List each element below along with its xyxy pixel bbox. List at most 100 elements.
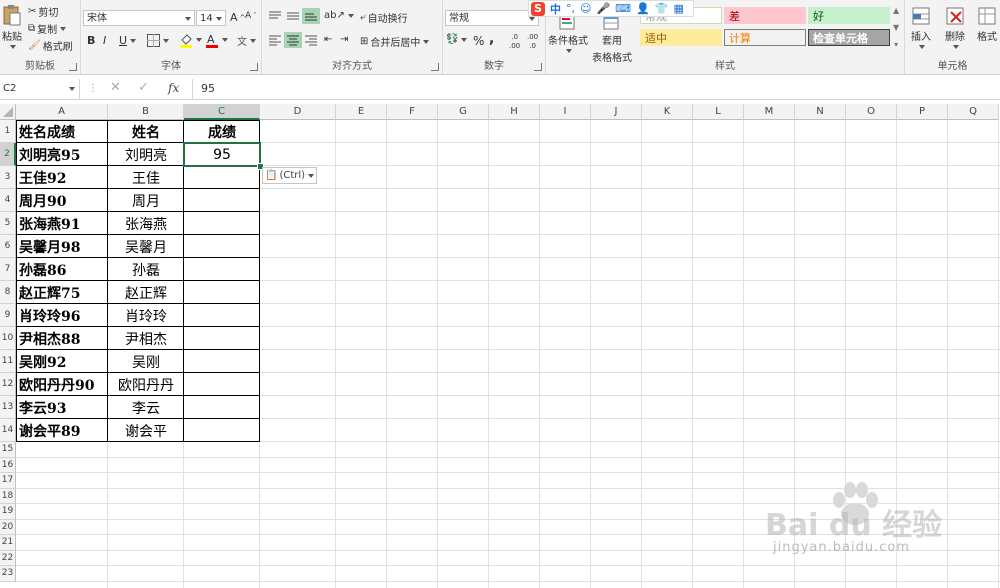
enter-checkmark-icon[interactable]: ✓ bbox=[138, 80, 149, 95]
bold-button[interactable]: B bbox=[87, 34, 95, 47]
font-color-button[interactable]: A bbox=[205, 32, 228, 48]
row-header-17[interactable]: 17 bbox=[0, 473, 16, 489]
copy-button[interactable]: ⧉ 复制 bbox=[28, 21, 67, 36]
row-header-15[interactable]: 15 bbox=[0, 442, 16, 458]
name-score-cell[interactable]: 王佳92 bbox=[16, 166, 108, 189]
clipboard-launcher[interactable] bbox=[69, 63, 77, 71]
name-cell[interactable]: 周月 bbox=[108, 189, 184, 212]
font-family-combo[interactable]: 宋体 bbox=[83, 10, 195, 26]
name-cell[interactable]: 王佳 bbox=[108, 166, 184, 189]
format-painter-button[interactable]: 🖌 格式刷 bbox=[28, 38, 73, 53]
paste-button[interactable]: 粘贴 bbox=[2, 4, 22, 49]
align-middle-button[interactable] bbox=[286, 10, 300, 22]
ime-language-toggle[interactable]: 中 bbox=[550, 1, 561, 17]
name-cell[interactable]: 谢会平 bbox=[108, 419, 184, 442]
column-header-p[interactable]: P bbox=[897, 104, 948, 120]
row-header-7[interactable]: 7 bbox=[0, 258, 16, 281]
name-score-cell[interactable]: 周月90 bbox=[16, 189, 108, 212]
name-cell[interactable]: 吴馨月 bbox=[108, 235, 184, 258]
merge-center-button[interactable]: ⊞ 合并后居中 bbox=[360, 34, 430, 49]
align-bottom-button[interactable] bbox=[302, 8, 320, 24]
user-icon[interactable]: 👤 bbox=[636, 2, 650, 15]
column-header-l[interactable]: L bbox=[693, 104, 744, 120]
name-score-cell[interactable]: 赵正辉75 bbox=[16, 281, 108, 304]
name-cell[interactable]: 孙磊 bbox=[108, 258, 184, 281]
name-cell[interactable]: 尹相杰 bbox=[108, 327, 184, 350]
name-cell[interactable]: 欧阳丹丹 bbox=[108, 373, 184, 396]
row-header-23[interactable]: 23 bbox=[0, 566, 16, 582]
row-header-2[interactable]: 2 bbox=[0, 143, 16, 166]
phonetic-button[interactable]: 文 bbox=[237, 33, 256, 48]
align-top-button[interactable] bbox=[268, 10, 282, 22]
styles-gallery-scroll[interactable]: ▲ ▼ ▾ bbox=[893, 6, 899, 49]
column-header-b[interactable]: B bbox=[108, 104, 184, 120]
format-button[interactable]: 格式 bbox=[977, 6, 997, 43]
fill-color-button[interactable] bbox=[179, 32, 202, 48]
row-header-21[interactable]: 21 bbox=[0, 535, 16, 551]
delete-button[interactable]: 删除 bbox=[945, 6, 965, 49]
column-header-o[interactable]: O bbox=[846, 104, 897, 120]
row-header-12[interactable]: 12 bbox=[0, 373, 16, 396]
percent-button[interactable]: % bbox=[473, 34, 484, 48]
column-header-d[interactable]: D bbox=[260, 104, 336, 120]
accounting-format-button[interactable]: 💱 bbox=[446, 34, 468, 45]
row-header-3[interactable]: 3 bbox=[0, 166, 16, 189]
emoji-icon[interactable]: ☺ bbox=[580, 2, 591, 15]
insert-button[interactable]: 插入 bbox=[911, 6, 931, 49]
row-header-18[interactable]: 18 bbox=[0, 488, 16, 504]
number-format-combo[interactable]: 常规 bbox=[445, 10, 539, 26]
cut-button[interactable]: ✂ 剪切 bbox=[28, 4, 58, 19]
toolbox-icon[interactable]: ▦ bbox=[673, 2, 683, 15]
scroll-down-icon[interactable]: ▼ bbox=[893, 23, 899, 32]
microphone-icon[interactable]: 🎤 bbox=[596, 2, 610, 15]
scroll-up-icon[interactable]: ▲ bbox=[893, 6, 899, 15]
select-all-corner[interactable] bbox=[0, 104, 16, 120]
border-button[interactable] bbox=[147, 34, 169, 47]
decrease-decimal-button[interactable]: .00.0 bbox=[527, 34, 538, 50]
formula-bar-splitter[interactable]: ⋮ bbox=[88, 83, 98, 94]
row-header-13[interactable]: 13 bbox=[0, 396, 16, 419]
column-header-a[interactable]: A bbox=[16, 104, 108, 120]
column-header-q[interactable]: Q bbox=[948, 104, 999, 120]
column-header-k[interactable]: K bbox=[642, 104, 693, 120]
column-header-i[interactable]: I bbox=[540, 104, 591, 120]
header-cell[interactable]: 姓名 bbox=[108, 120, 184, 143]
conditional-format-button[interactable]: 条件格式 bbox=[548, 14, 588, 53]
name-score-cell[interactable]: 吴馨月98 bbox=[16, 235, 108, 258]
shrink-font-button[interactable]: Aˇ bbox=[245, 11, 257, 21]
name-score-cell[interactable]: 张海燕91 bbox=[16, 212, 108, 235]
insert-function-button[interactable]: fx bbox=[168, 81, 179, 95]
alignment-launcher[interactable] bbox=[431, 63, 439, 71]
cell-style-2[interactable]: 好 bbox=[808, 7, 890, 24]
wrap-text-button[interactable]: ⤶ 自动换行 bbox=[360, 10, 408, 25]
name-cell[interactable]: 吴刚 bbox=[108, 350, 184, 373]
row-header-6[interactable]: 6 bbox=[0, 235, 16, 258]
column-header-j[interactable]: J bbox=[591, 104, 642, 120]
row-header-22[interactable]: 22 bbox=[0, 550, 16, 566]
name-cell[interactable]: 肖玲玲 bbox=[108, 304, 184, 327]
skin-shirt-icon[interactable]: 👕 bbox=[655, 2, 669, 15]
name-box[interactable]: C2 bbox=[0, 79, 80, 99]
name-score-cell[interactable]: 刘明亮95 bbox=[16, 143, 108, 166]
increase-indent-button[interactable]: ⇥ bbox=[340, 34, 348, 45]
name-cell[interactable]: 赵正辉 bbox=[108, 281, 184, 304]
font-launcher[interactable] bbox=[250, 63, 258, 71]
row-header-5[interactable]: 5 bbox=[0, 212, 16, 235]
selected-cell-c2[interactable] bbox=[183, 142, 261, 167]
row-header-14[interactable]: 14 bbox=[0, 419, 16, 442]
italic-button[interactable]: I bbox=[103, 34, 106, 47]
row-header-1[interactable]: 1 bbox=[0, 120, 16, 143]
font-size-combo[interactable]: 14 bbox=[196, 10, 226, 26]
more-icon[interactable]: ▾ bbox=[894, 40, 898, 49]
paste-options-button[interactable]: 📋 (Ctrl) bbox=[262, 167, 318, 184]
name-cell[interactable]: 张海燕 bbox=[108, 212, 184, 235]
number-launcher[interactable] bbox=[534, 63, 542, 71]
cell-style-5[interactable]: 检查单元格 bbox=[808, 29, 890, 46]
row-header-4[interactable]: 4 bbox=[0, 189, 16, 212]
row-header-19[interactable]: 19 bbox=[0, 504, 16, 520]
row-header-11[interactable]: 11 bbox=[0, 350, 16, 373]
underline-button[interactable]: U bbox=[119, 34, 137, 47]
name-score-cell[interactable]: 李云93 bbox=[16, 396, 108, 419]
sogou-logo-icon[interactable]: S bbox=[531, 1, 545, 16]
row-header-20[interactable]: 20 bbox=[0, 519, 16, 535]
